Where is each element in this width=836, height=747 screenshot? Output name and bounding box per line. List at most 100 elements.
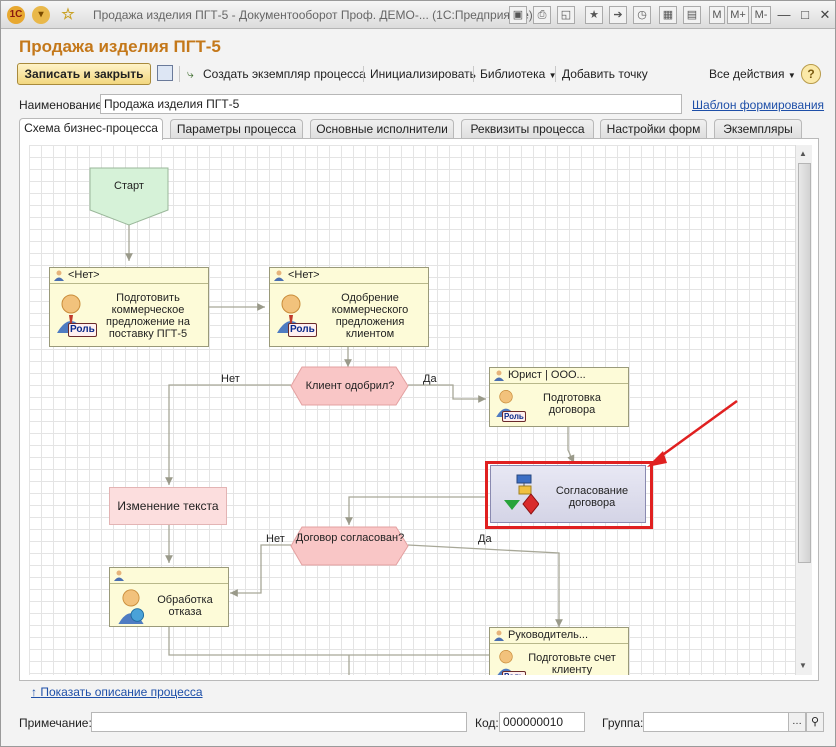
chevron-down-icon: ▼ [787, 71, 796, 80]
search-icon[interactable]: ⚲ [806, 712, 824, 732]
task-edit-text[interactable]: Изменение текста [109, 487, 227, 525]
save-disk-icon[interactable] [157, 65, 173, 81]
role-badge: Роль [68, 323, 97, 337]
user-icon [274, 270, 284, 281]
task-performer-label: <Нет> [68, 269, 100, 281]
toolbar-separator [555, 66, 556, 82]
vertical-scrollbar[interactable]: ▲ ▼ [795, 145, 812, 675]
template-link[interactable]: Шаблон формирования [692, 98, 824, 112]
task-text: Обработка отказа [157, 594, 213, 618]
app-logo-icon[interactable]: 1C [7, 6, 25, 24]
all-actions-button[interactable]: Все действия ▼ [709, 67, 796, 81]
help-button[interactable]: ? [801, 64, 821, 84]
task-prepare-offer[interactable]: <Нет> Роль Подготовить коммерческое пред… [49, 267, 209, 347]
arrow-forward-icon[interactable]: ➔ [609, 6, 627, 24]
tab-instances[interactable]: Экземпляры [714, 119, 802, 139]
note-input[interactable] [91, 712, 467, 732]
user-icon [494, 630, 504, 641]
memory-m-button[interactable]: M [709, 6, 725, 24]
task-body: Обработка отказа [110, 585, 228, 626]
calendar-icon[interactable]: ▤ [683, 6, 701, 24]
all-actions-label: Все действия [709, 67, 785, 81]
task-prepare-contract[interactable]: Юрист | ООО... Роль Подготовка договора [489, 367, 629, 427]
edge-label-no: Нет [221, 373, 240, 385]
up-arrow-icon: ↑ [31, 685, 37, 699]
edge-label-yes: Да [478, 533, 492, 545]
show-description-link[interactable]: ↑ Показать описание процесса [31, 685, 203, 699]
footer-fields: Примечание: Код: 000000010 Группа: … ⚲ [1, 707, 835, 747]
history-icon[interactable]: ◷ [633, 6, 651, 24]
page-title: Продажа изделия ПГТ-5 [19, 37, 221, 56]
role-badge: Роль [502, 671, 526, 675]
scroll-thumb[interactable] [798, 163, 811, 563]
task-performer: <Нет> [270, 268, 428, 284]
edge-label-no: Нет [266, 533, 285, 545]
library-label: Библиотека [480, 67, 546, 81]
note-label: Примечание: [19, 716, 92, 730]
close-icon[interactable]: ✕ [816, 6, 834, 24]
task-text: Одобрение коммерческого предложения клие… [331, 292, 409, 340]
globe-user-icon [118, 589, 145, 624]
group-input[interactable] [643, 712, 789, 732]
favorite-star-icon[interactable]: ☆ [59, 6, 77, 24]
create-instance-button[interactable]: Создать экземпляр процесса [203, 67, 366, 81]
task-body: Роль Подготовка договора [490, 385, 628, 426]
library-menu-button[interactable]: Библиотека ▼ [480, 67, 557, 81]
user-icon [114, 570, 124, 581]
toolbar-separator [473, 66, 474, 82]
calculator-icon[interactable]: ▦ [659, 6, 677, 24]
title-bar: 1C ▾ ☆ Продажа изделия ПГТ-5 - Документо… [1, 1, 835, 29]
preview-icon[interactable]: ◱ [557, 6, 575, 24]
condition-client-approved-label: Клиент одобрил? [305, 380, 395, 392]
task-offer-approval[interactable]: <Нет> Роль Одобрение коммерческого предл… [269, 267, 429, 347]
scroll-down-icon[interactable]: ▼ [799, 661, 807, 670]
toolbar: Записать и закрыть ⤷ Создать экземпляр п… [17, 63, 821, 87]
group-label: Группа: [602, 716, 644, 730]
highlight-frame [485, 461, 653, 529]
print-icon[interactable]: ⎙ [533, 6, 551, 24]
toolbar-separator [363, 66, 364, 82]
memory-plus-button[interactable]: M+ [727, 6, 749, 24]
edge-label-yes: Да [423, 373, 437, 385]
initialize-button[interactable]: Инициализировать [370, 67, 476, 81]
code-input[interactable]: 000000010 [499, 712, 585, 732]
task-performer: <Нет> [50, 268, 208, 284]
tab-form-settings[interactable]: Настройки форм [600, 119, 707, 139]
add-point-button[interactable]: Добавить точку [562, 67, 648, 81]
name-label: Наименование: [19, 98, 106, 112]
task-text: Подготовка договора [543, 392, 601, 416]
minimize-icon[interactable]: — [775, 6, 793, 24]
scroll-up-icon[interactable]: ▲ [799, 149, 807, 158]
task-body: Роль Подготовьте счет клиенту [490, 645, 628, 675]
maximize-icon[interactable]: □ [796, 6, 814, 24]
task-refusal-processing[interactable]: Обработка отказа [109, 567, 229, 627]
process-diagram-canvas[interactable]: Старт <Нет> Роль Подготовить коммерческо… [29, 145, 797, 675]
diagram-frame: Старт <Нет> Роль Подготовить коммерческо… [19, 138, 819, 681]
start-node-shape[interactable] [89, 167, 169, 227]
tab-process-scheme[interactable]: Схема бизнес-процесса [19, 118, 163, 140]
task-text: Подготовить коммерческое предложение на … [106, 292, 190, 340]
name-input[interactable]: Продажа изделия ПГТ-5 [100, 94, 682, 114]
task-performer [110, 568, 228, 584]
code-label: Код: [475, 716, 499, 730]
task-performer-label: Юрист | ООО... [508, 369, 586, 381]
annotation-arrow [647, 399, 738, 467]
task-prepare-invoice[interactable]: Руководитель... Роль Подготовьте счет кл… [489, 627, 629, 675]
condition-contract-approved-label: Договор согласован? [295, 532, 405, 544]
app-window: 1C ▾ ☆ Продажа изделия ПГТ-5 - Документо… [0, 0, 836, 747]
task-body: Роль Одобрение коммерческого предложения… [270, 285, 428, 346]
tab-process-attributes[interactable]: Реквизиты процесса [461, 119, 594, 139]
memory-minus-button[interactable]: M- [751, 6, 771, 24]
tab-main-performers[interactable]: Основные исполнители [310, 119, 454, 139]
menu-dropdown-icon[interactable]: ▾ [32, 6, 50, 24]
bookmark-icon[interactable]: ★ [585, 6, 603, 24]
user-icon [54, 270, 64, 281]
task-performer: Юрист | ООО... [490, 368, 628, 384]
save-small-icon[interactable]: ▣ [509, 6, 527, 24]
group-select-button[interactable]: … [788, 712, 806, 732]
role-badge: Роль [288, 323, 317, 337]
save-and-close-button[interactable]: Записать и закрыть [17, 63, 151, 85]
tab-process-params[interactable]: Параметры процесса [170, 119, 303, 139]
task-performer-label: Руководитель... [508, 629, 589, 641]
task-performer-label: <Нет> [288, 269, 320, 281]
